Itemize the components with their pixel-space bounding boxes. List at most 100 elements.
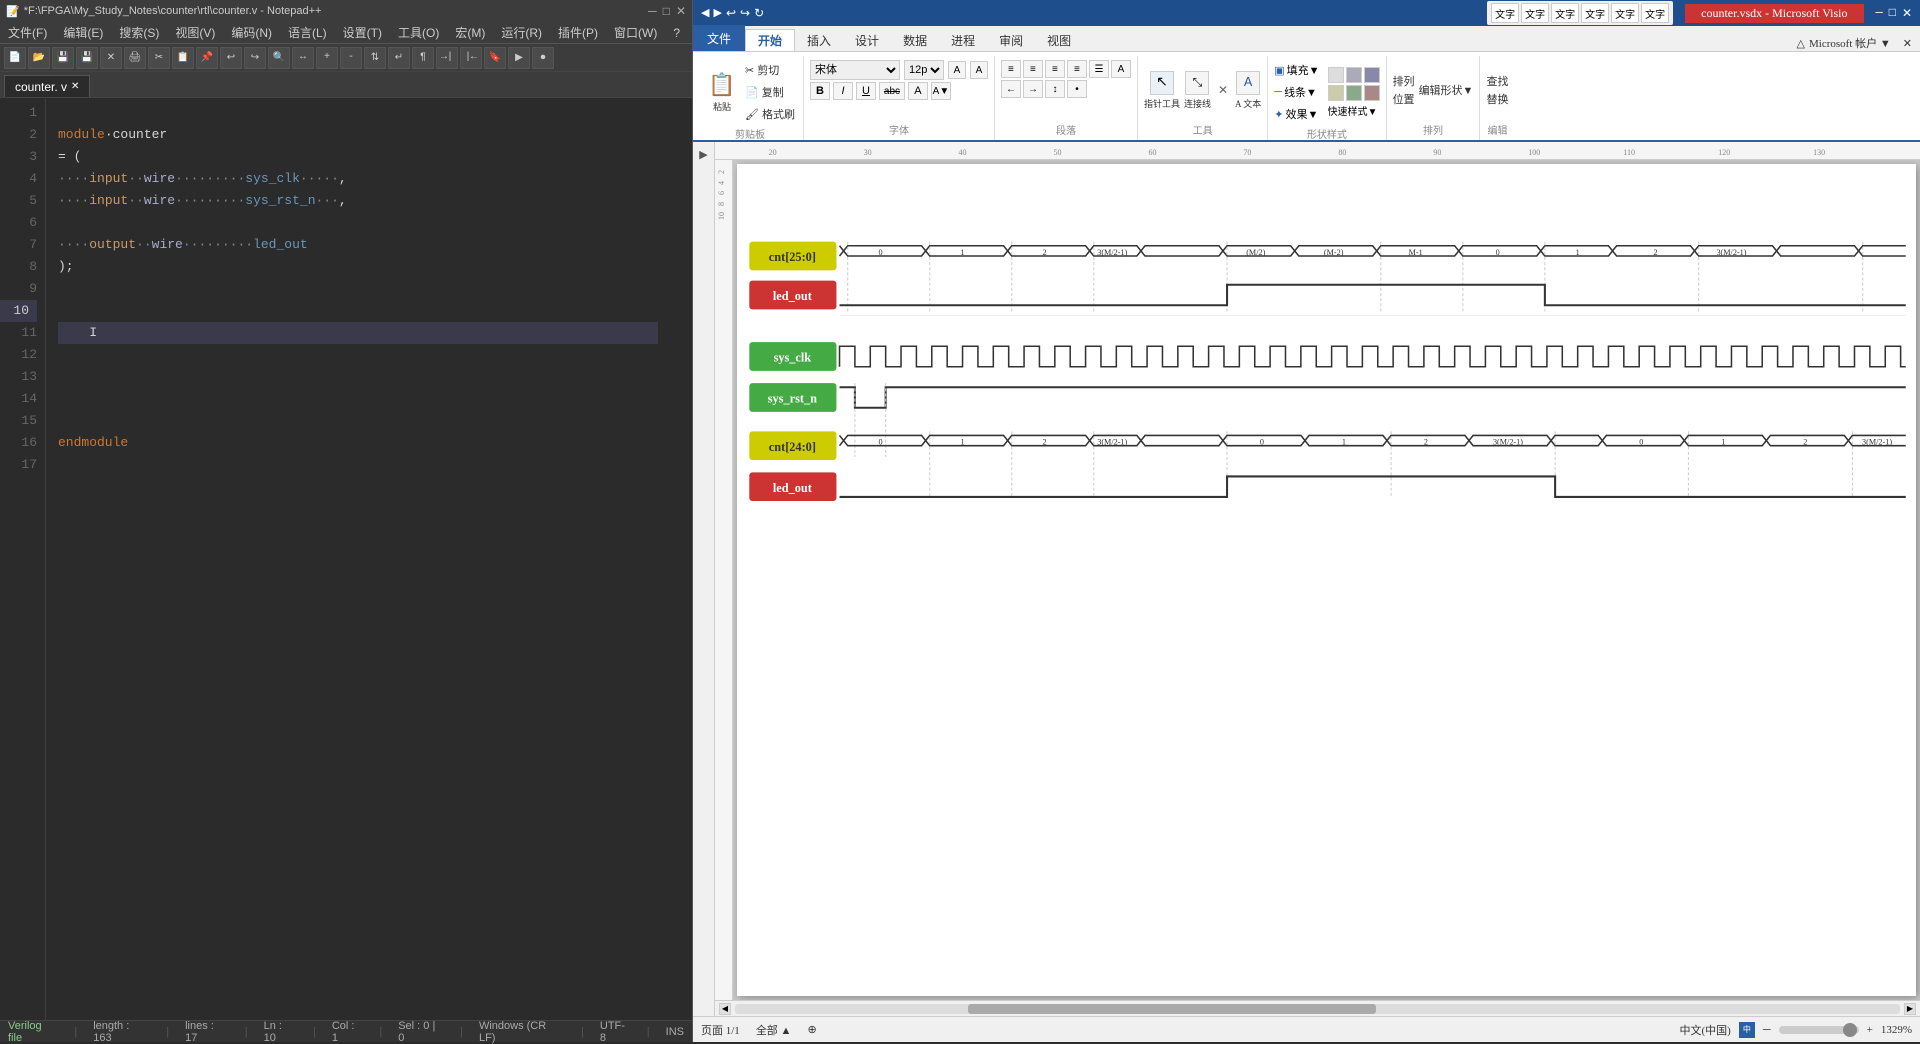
menu-search[interactable]: 搜索(S) [115, 22, 163, 43]
toolbar-show-all[interactable]: ¶ [412, 47, 434, 69]
toolbar-new[interactable]: 📄 [4, 47, 26, 69]
toolbar-run[interactable]: ▶ [508, 47, 530, 69]
menu-lang[interactable]: 语言(L) [284, 22, 331, 43]
notepad-maximize-btn[interactable]: □ [663, 4, 670, 18]
font-size-down[interactable]: A [970, 61, 988, 79]
menu-plugins[interactable]: 插件(P) [554, 22, 602, 43]
toolbar-print[interactable]: 🖨 [124, 47, 146, 69]
close-tool-btn[interactable]: ✕ [1215, 82, 1231, 98]
menu-view[interactable]: 视图(V) [171, 22, 219, 43]
highlight-btn[interactable]: A▼ [931, 82, 951, 100]
align-center[interactable]: ≡ [1023, 60, 1043, 78]
visio-close[interactable]: ✕ [1902, 6, 1912, 21]
effects-btn[interactable]: ✦效果▼ [1274, 104, 1319, 124]
toolbar-replace[interactable]: ↔ [292, 47, 314, 69]
float-btn-3[interactable]: 文字 [1551, 3, 1579, 23]
italic-btn[interactable]: I [833, 82, 853, 100]
paste-btn[interactable]: 📋 粘贴 [703, 63, 741, 121]
bold-btn[interactable]: B [810, 82, 830, 100]
menu-encode[interactable]: 编码(N) [227, 22, 276, 43]
tab-file[interactable]: 文件 [693, 25, 745, 51]
menu-tools[interactable]: 工具(O) [394, 22, 443, 43]
text-size-btn[interactable]: A [1111, 60, 1131, 78]
panel-toggle-btn[interactable]: ▶ [695, 146, 713, 164]
status-add-page[interactable]: ⊕ [807, 1023, 816, 1036]
hscroll-left[interactable]: ◀ [719, 1003, 731, 1015]
format-paint-btn[interactable]: 🖌格式刷 [743, 104, 797, 124]
edit-shape-btn[interactable]: 编辑形状▼ [1419, 82, 1474, 98]
float-btn-5[interactable]: 文字 [1611, 3, 1639, 23]
pointer-tool-btn[interactable]: ↖ 指针工具 [1144, 71, 1180, 110]
line-btn[interactable]: ─线条▼ [1274, 82, 1319, 102]
copy-btn[interactable]: 📄复制 [743, 82, 797, 102]
position-btn[interactable]: 位置 [1393, 91, 1415, 107]
style-swatch-6[interactable] [1364, 85, 1380, 101]
diagram-page[interactable]: cnt[25:0] 0 1 2 3(M/2-1) (M/2) (M-2) M-1 [737, 164, 1916, 996]
ribbon-close[interactable]: ✕ [1903, 37, 1912, 50]
align-justify[interactable]: ≡ [1067, 60, 1087, 78]
toolbar-paste[interactable]: 📌 [196, 47, 218, 69]
menu-file[interactable]: 文件(F) [4, 22, 51, 43]
code-area[interactable]: module·counter = ( ····input··wire······… [46, 98, 692, 1020]
float-btn-1[interactable]: 文字 [1491, 3, 1519, 23]
text-tool-btn[interactable]: A A 文本 [1235, 71, 1261, 110]
hscroll-right[interactable]: ▶ [1904, 1003, 1916, 1015]
toolbar-indent[interactable]: →| [436, 47, 458, 69]
toolbar-sync-scroll[interactable]: ⇅ [364, 47, 386, 69]
menu-help[interactable]: ? [669, 24, 684, 42]
toolbar-zoom-in[interactable]: + [316, 47, 338, 69]
bullets[interactable]: • [1067, 80, 1087, 98]
find-btn[interactable]: 查找 [1486, 73, 1508, 89]
float-btn-2[interactable]: 文字 [1521, 3, 1549, 23]
tab-view[interactable]: 视图 [1035, 29, 1083, 51]
tab-home[interactable]: 开始 [745, 29, 795, 51]
zoom-out-btn[interactable]: ─ [1763, 1024, 1771, 1036]
float-btn-6[interactable]: 文字 [1641, 3, 1669, 23]
toolbar-macro[interactable]: ⏺ [532, 47, 554, 69]
toolbar-save[interactable]: 💾 [52, 47, 74, 69]
qa-forward[interactable]: ▶ [713, 6, 721, 20]
tab-design[interactable]: 设计 [843, 29, 891, 51]
toolbar-close[interactable]: ✕ [100, 47, 122, 69]
visio-max[interactable]: □ [1889, 6, 1896, 21]
toolbar-undo[interactable]: ↩ [220, 47, 242, 69]
fill-btn[interactable]: ▣填充▼ [1274, 60, 1319, 80]
toolbar-redo[interactable]: ↪ [244, 47, 266, 69]
menu-settings[interactable]: 设置(T) [339, 22, 386, 43]
list-btn[interactable]: ☰ [1089, 60, 1109, 78]
style-swatch-5[interactable] [1346, 85, 1362, 101]
qa-back[interactable]: ◀ [701, 6, 709, 20]
quick-style-btn[interactable]: 快速样式▼ [1328, 103, 1380, 118]
indent-more[interactable]: → [1023, 80, 1043, 98]
font-size-up[interactable]: A [948, 61, 966, 79]
font-name-select[interactable]: 宋体 [810, 60, 900, 80]
float-btn-4[interactable]: 文字 [1581, 3, 1609, 23]
font-color-btn[interactable]: A [908, 82, 928, 100]
cut-btn[interactable]: ✂剪切 [743, 60, 797, 80]
tab-data[interactable]: 数据 [891, 29, 939, 51]
toolbar-zoom-out[interactable]: - [340, 47, 362, 69]
connector-btn[interactable]: ⤡ 连接线 [1184, 71, 1211, 110]
indent-less[interactable]: ← [1001, 80, 1021, 98]
style-swatch-4[interactable] [1328, 85, 1344, 101]
align-left[interactable]: ≡ [1001, 60, 1021, 78]
toolbar-open[interactable]: 📂 [28, 47, 50, 69]
zoom-in-btn[interactable]: + [1867, 1024, 1873, 1036]
qa-undo[interactable]: ↩ [726, 6, 736, 21]
style-swatch-3[interactable] [1364, 67, 1380, 83]
menu-edit[interactable]: 编辑(E) [59, 22, 107, 43]
menu-run[interactable]: 运行(R) [497, 22, 546, 43]
toolbar-bookmark[interactable]: 🔖 [484, 47, 506, 69]
font-size-select[interactable]: 12pt [904, 60, 944, 80]
hscroll-track[interactable] [735, 1004, 1900, 1014]
toolbar-save-all[interactable]: 💾 [76, 47, 98, 69]
notepad-minimize-btn[interactable]: ─ [648, 4, 657, 18]
menu-macro[interactable]: 宏(M) [451, 22, 489, 43]
toolbar-word-wrap[interactable]: ↵ [388, 47, 410, 69]
style-swatch-2[interactable] [1346, 67, 1362, 83]
toolbar-find[interactable]: 🔍 [268, 47, 290, 69]
underline-btn[interactable]: U [856, 82, 876, 100]
zoom-slider[interactable] [1779, 1026, 1859, 1034]
toolbar-outdent[interactable]: |← [460, 47, 482, 69]
strikethrough-btn[interactable]: abc [879, 82, 905, 100]
